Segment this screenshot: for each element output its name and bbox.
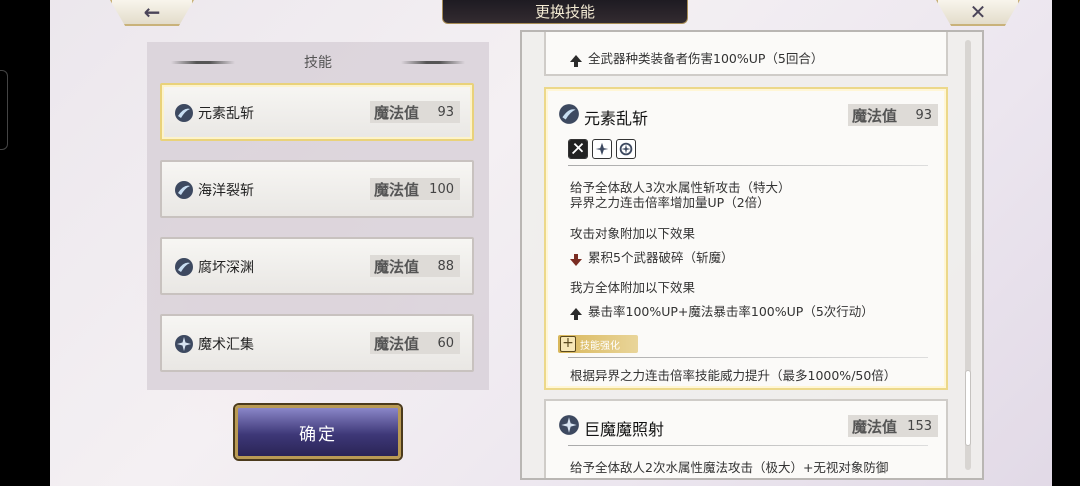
effect-icon-row bbox=[568, 139, 640, 161]
detail-skill-name: 元素乱斩 bbox=[584, 109, 649, 128]
mp-cost: 魔法值 88 bbox=[370, 255, 460, 277]
mp-label: 魔法值 bbox=[374, 103, 420, 122]
back-button[interactable]: ← bbox=[110, 0, 194, 26]
mp-label: 魔法值 bbox=[852, 106, 898, 125]
ally-effect-text: 暴击率100%UP+魔法暴击率100%UP（5次行动） bbox=[588, 304, 874, 319]
ally-effects-heading: 我方全体附加以下效果 bbox=[570, 280, 696, 295]
right-screen-border bbox=[1052, 0, 1080, 486]
skill-name: 魔术汇集 bbox=[198, 337, 254, 353]
skill-name: 腐坏深渊 bbox=[198, 260, 254, 276]
mp-value: 88 bbox=[437, 258, 454, 274]
confirm-label: 确定 bbox=[299, 424, 337, 445]
confirm-button[interactable]: 确定 bbox=[235, 405, 401, 459]
mp-label: 魔法值 bbox=[852, 417, 898, 436]
previous-skill-card[interactable]: 全武器种类装备者伤害100%UP（5回合） bbox=[544, 32, 948, 76]
mp-label: 魔法值 bbox=[374, 180, 420, 199]
close-button[interactable]: ✕ bbox=[936, 0, 1020, 26]
magic-burst-icon bbox=[559, 415, 579, 435]
enhance-badge-text: 技能强化 bbox=[580, 340, 620, 352]
close-icon: ✕ bbox=[969, 0, 987, 24]
detail-mp-cost: 魔法值 93 bbox=[848, 104, 938, 126]
water-slash-icon bbox=[175, 258, 193, 276]
skill-item-magic-gather[interactable]: 魔术汇集 魔法值 60 bbox=[160, 314, 474, 372]
next-mp-cost: 魔法值 153 bbox=[848, 415, 938, 437]
mp-cost: 魔法值 60 bbox=[370, 332, 460, 354]
skill-list-heading-text: 技能 bbox=[304, 55, 332, 71]
target-effects-heading: 攻击对象附加以下效果 bbox=[570, 226, 696, 241]
water-slash-icon bbox=[559, 104, 579, 124]
plus-icon: + bbox=[560, 336, 576, 352]
next-skill-card[interactable]: 巨魔魔照射 魔法值 153 给予全体敌人2次水属性魔法攻击（极大）+无视对象防御 bbox=[544, 399, 948, 478]
back-arrow-icon: ← bbox=[143, 0, 161, 24]
next-skill-name: 巨魔魔照射 bbox=[584, 420, 665, 439]
effect-line: 全武器种类装备者伤害100%UP（5回合） bbox=[570, 48, 823, 67]
divider bbox=[568, 357, 928, 358]
previous-effect-text: 全武器种类装备者伤害100%UP（5回合） bbox=[588, 51, 824, 66]
heading-ornament-left bbox=[171, 61, 235, 64]
side-edge-tab bbox=[0, 70, 8, 150]
magic-burst-icon bbox=[175, 335, 193, 353]
magic-critical-up-icon bbox=[616, 139, 636, 159]
skill-name: 元素乱斩 bbox=[198, 106, 254, 122]
skill-detail-panel[interactable]: 全武器种类装备者伤害100%UP（5回合） 元素乱斩 魔法值 93 给予全体敌人… bbox=[520, 30, 984, 480]
game-screen: ← 更换技能 ✕ 技能 元素乱斩 魔法值 93 海洋裂斩 魔法值 100 腐坏深… bbox=[0, 0, 1080, 486]
ally-effect-line: 暴击率100%UP+魔法暴击率100%UP（5次行动） bbox=[570, 301, 874, 320]
target-effect-line: 累积5个武器破碎（斩魔） bbox=[570, 247, 733, 266]
scrollbar-thumb[interactable] bbox=[965, 370, 971, 446]
divider bbox=[568, 165, 928, 166]
skill-list-heading: 技能 bbox=[147, 52, 489, 72]
mp-value: 60 bbox=[437, 335, 454, 351]
selected-skill-detail-card[interactable]: 元素乱斩 魔法值 93 给予全体敌人3次水属性斩攻击（特大） 异界之力连击倍率增… bbox=[544, 87, 948, 390]
page-title-text: 更换技能 bbox=[534, 3, 595, 21]
target-effect-text: 累积5个武器破碎（斩魔） bbox=[588, 250, 734, 265]
description-line-2: 异界之力连击倍率增加量UP（2倍） bbox=[570, 195, 770, 210]
page-title: 更换技能 bbox=[442, 0, 688, 24]
mp-value: 100 bbox=[429, 181, 454, 197]
mp-label: 魔法值 bbox=[374, 334, 420, 353]
mp-value: 93 bbox=[437, 104, 454, 120]
weapon-break-icon bbox=[568, 139, 588, 159]
mp-value: 93 bbox=[915, 107, 932, 123]
mp-cost: 魔法值 93 bbox=[370, 101, 460, 123]
detail-scrollbar[interactable] bbox=[965, 40, 971, 470]
debuff-down-icon bbox=[570, 254, 582, 266]
skill-item-corrupt-abyss[interactable]: 腐坏深渊 魔法值 88 bbox=[160, 237, 474, 295]
skill-name: 海洋裂斩 bbox=[198, 183, 254, 199]
mp-value: 153 bbox=[907, 418, 932, 434]
skill-item-ocean-rift[interactable]: 海洋裂斩 魔法值 100 bbox=[160, 160, 474, 218]
skill-enhance-badge: + 技能强化 bbox=[558, 335, 638, 353]
mp-label: 魔法值 bbox=[374, 257, 420, 276]
critical-up-icon bbox=[592, 139, 612, 159]
next-skill-description: 给予全体敌人2次水属性魔法攻击（极大）+无视对象防御 bbox=[570, 460, 889, 475]
heading-ornament-right bbox=[401, 61, 465, 64]
buff-up-icon bbox=[570, 55, 582, 67]
buff-up-icon bbox=[570, 308, 582, 320]
water-slash-icon bbox=[175, 181, 193, 199]
mp-cost: 魔法值 100 bbox=[370, 178, 460, 200]
water-slash-icon bbox=[175, 104, 193, 122]
skill-item-elemental-slash[interactable]: 元素乱斩 魔法值 93 bbox=[160, 83, 474, 141]
enhance-description: 根据异界之力连击倍率技能威力提升（最多1000%/50倍） bbox=[570, 368, 897, 383]
divider bbox=[568, 445, 928, 446]
